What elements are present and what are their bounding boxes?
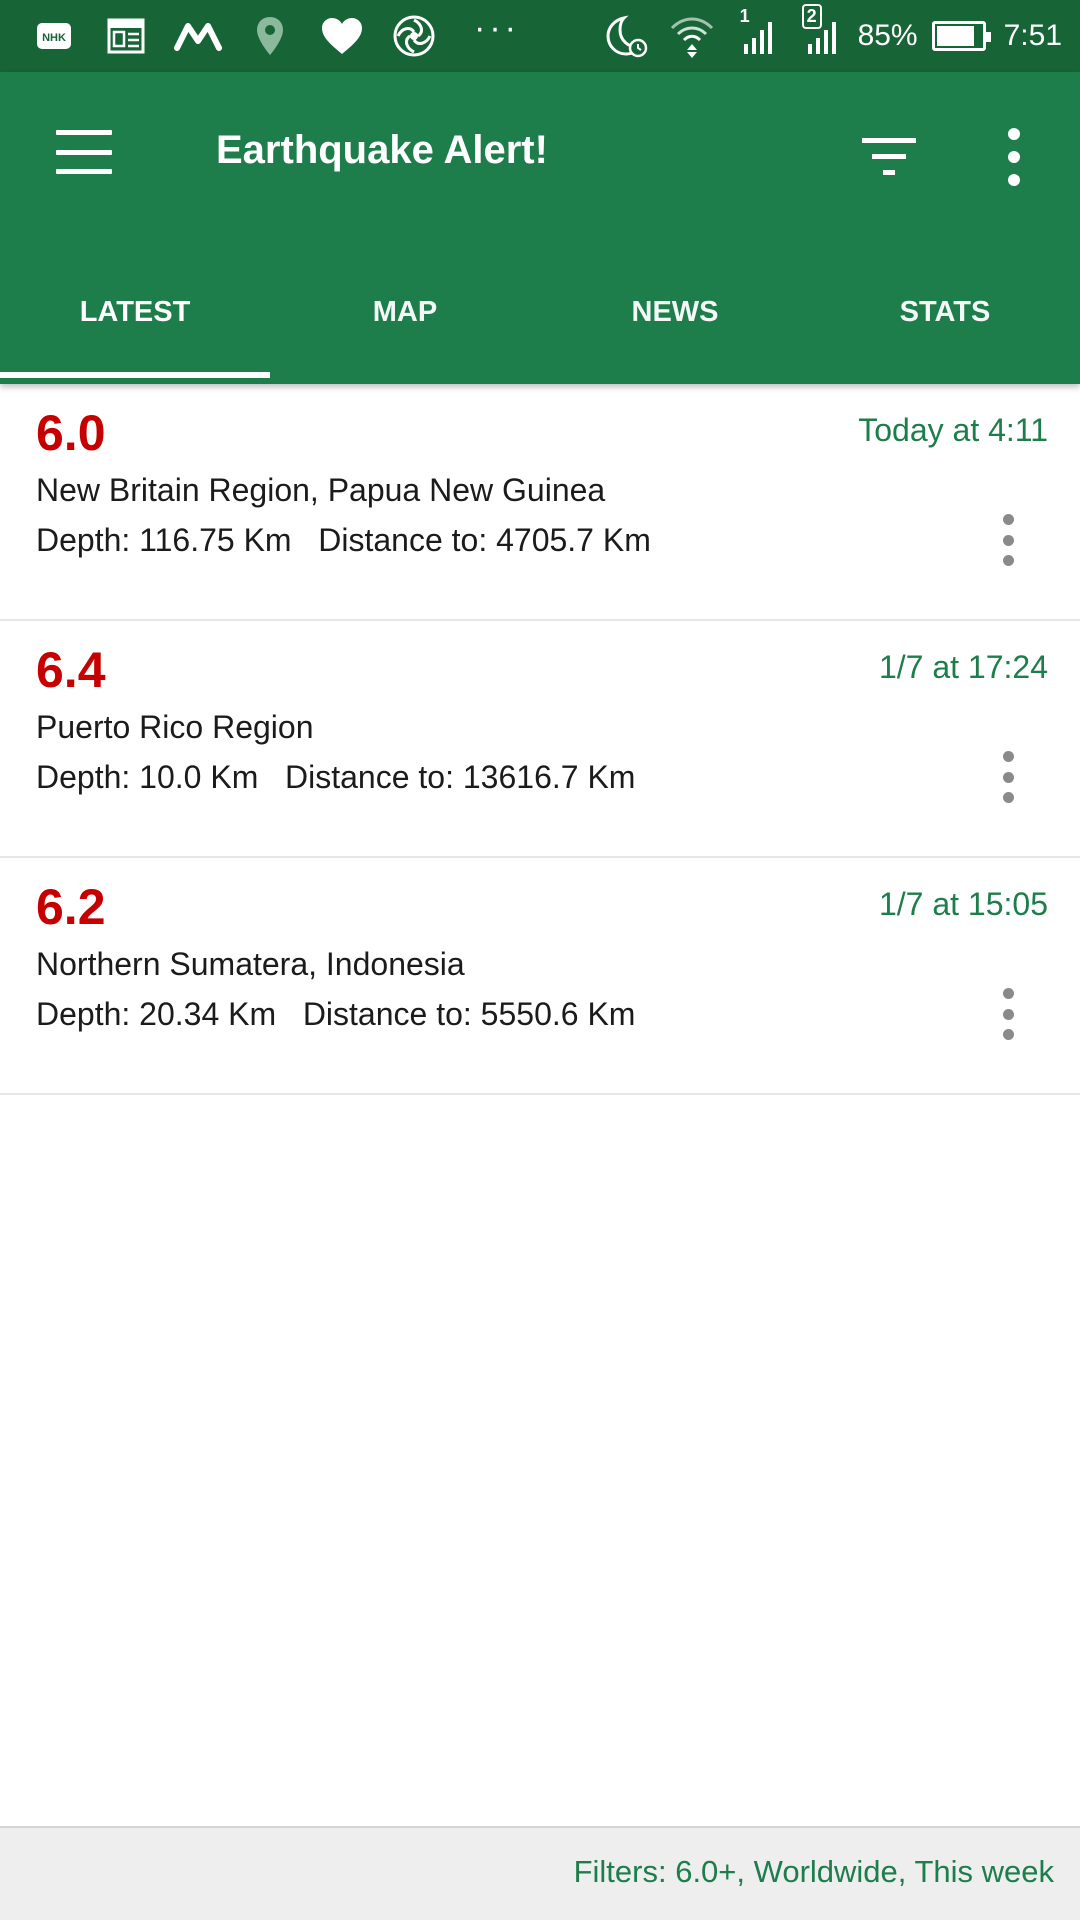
quake-details: Depth: 116.75 Km Distance to: 4705.7 Km bbox=[36, 522, 651, 558]
earthquake-list: 6.0 Today at 4:11 New Britain Region, Pa… bbox=[0, 384, 1080, 1095]
toolbar: Earthquake Alert! bbox=[0, 72, 1080, 242]
quake-region: Northern Sumatera, Indonesia bbox=[36, 946, 465, 982]
more-notifications-indicator: ··· bbox=[474, 9, 520, 47]
tab-map-label: MAP bbox=[372, 296, 438, 328]
signal-sim2-icon: 2 bbox=[794, 0, 850, 72]
quake-time: 1/7 at 15:05 bbox=[878, 886, 1048, 922]
clock: 7:51 bbox=[1003, 19, 1062, 52]
magnitude: 6.2 bbox=[36, 879, 106, 935]
quake-region: Puerto Rico Region bbox=[36, 709, 314, 745]
tab-map[interactable]: MAP bbox=[270, 280, 540, 384]
wifi-icon bbox=[662, 0, 722, 72]
filters-bar[interactable]: Filters: 6.0+, Worldwide, This week bbox=[0, 1826, 1080, 1920]
svg-text:NHK: NHK bbox=[42, 32, 66, 44]
quake-time: 1/7 at 17:24 bbox=[878, 649, 1048, 685]
item-more-vert-icon[interactable] bbox=[990, 747, 1026, 807]
selected-tab-indicator bbox=[0, 372, 270, 378]
notification-icons: NHK ··· bbox=[18, 0, 520, 72]
tab-stats[interactable]: STATS bbox=[810, 280, 1080, 384]
magnitude: 6.4 bbox=[36, 642, 106, 698]
status-bar: NHK ··· 1 2 85% 7:51 bbox=[0, 0, 1080, 72]
filters-summary: Filters: 6.0+, Worldwide, This week bbox=[573, 1854, 1054, 1889]
nhk-icon: NHK bbox=[18, 0, 90, 72]
system-status: 1 2 85% 7:51 bbox=[598, 0, 1062, 72]
tab-news-label: NEWS bbox=[631, 296, 719, 328]
signal-sim1-icon: 1 bbox=[730, 0, 786, 72]
sim1-label: 1 bbox=[739, 6, 750, 26]
earthquake-list-item[interactable]: 6.0 Today at 4:11 New Britain Region, Pa… bbox=[0, 384, 1080, 621]
item-more-vert-icon[interactable] bbox=[990, 510, 1026, 570]
battery-percent: 85% bbox=[857, 19, 918, 52]
m-app-icon bbox=[162, 0, 234, 72]
quake-time: Today at 4:11 bbox=[858, 412, 1048, 448]
swirl-app-icon bbox=[378, 0, 450, 72]
battery-icon bbox=[931, 21, 991, 51]
tab-latest[interactable]: LATEST bbox=[0, 280, 270, 384]
do-not-disturb-alarm-icon bbox=[598, 0, 654, 72]
tab-stats-label: STATS bbox=[899, 296, 991, 328]
earthquake-list-item[interactable]: 6.2 1/7 at 15:05 Northern Sumatera, Indo… bbox=[0, 858, 1080, 1095]
tab-bar: LATEST MAP NEWS STATS bbox=[0, 280, 1080, 384]
quake-details: Depth: 10.0 Km Distance to: 13616.7 Km bbox=[36, 759, 636, 795]
news-icon bbox=[90, 0, 162, 72]
heart-icon bbox=[306, 0, 378, 72]
more-vert-icon[interactable] bbox=[990, 122, 1038, 192]
earthquake-list-item[interactable]: 6.4 1/7 at 17:24 Puerto Rico Region Dept… bbox=[0, 621, 1080, 858]
location-pin-icon bbox=[234, 0, 306, 72]
quake-details: Depth: 20.34 Km Distance to: 5550.6 Km bbox=[36, 996, 636, 1032]
tab-latest-label: LATEST bbox=[79, 296, 191, 328]
hamburger-menu-icon[interactable] bbox=[44, 122, 124, 182]
filter-icon[interactable] bbox=[856, 126, 922, 186]
battery-level bbox=[936, 26, 974, 46]
tab-news[interactable]: NEWS bbox=[540, 280, 810, 384]
quake-region: New Britain Region, Papua New Guinea bbox=[36, 472, 606, 508]
item-more-vert-icon[interactable] bbox=[990, 984, 1026, 1044]
app-title: Earthquake Alert! bbox=[216, 128, 548, 172]
sim2-label: 2 bbox=[801, 4, 822, 29]
magnitude: 6.0 bbox=[36, 405, 106, 461]
app-bar: Earthquake Alert! LATEST MAP NEWS STATS bbox=[0, 72, 1080, 384]
